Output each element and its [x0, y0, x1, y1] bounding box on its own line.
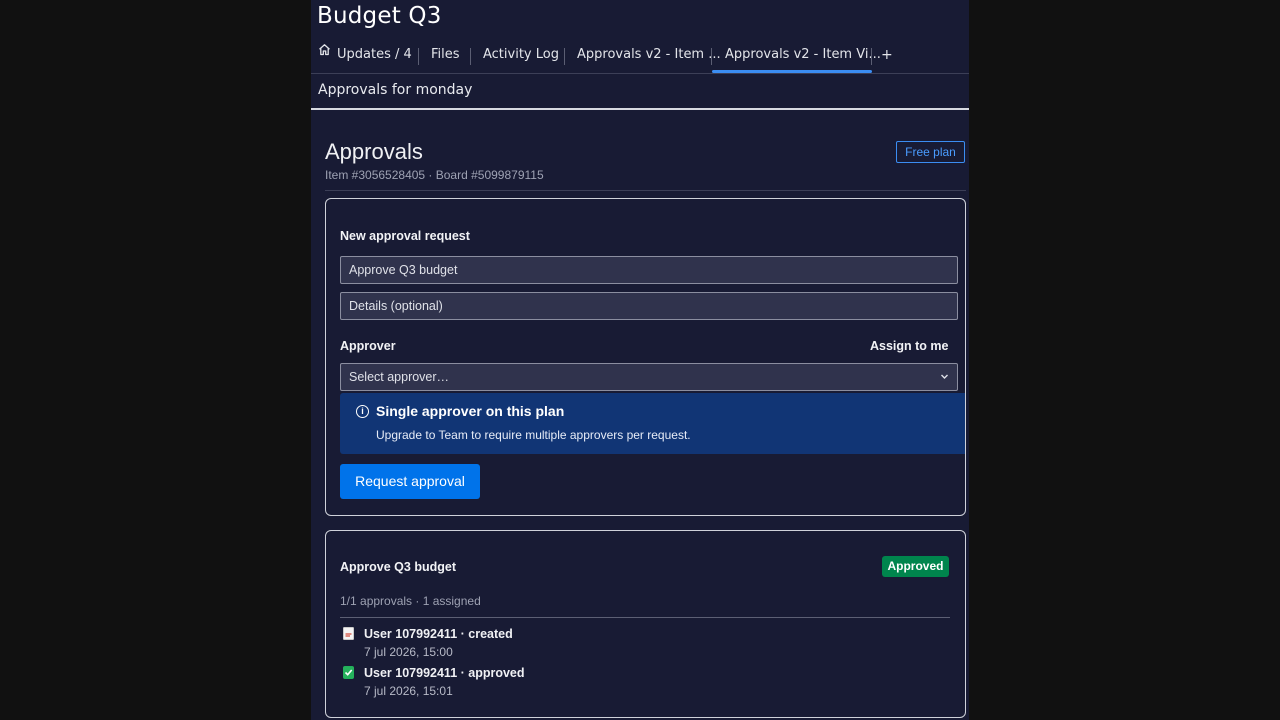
- activity-date: 7 jul 2026, 15:01: [364, 684, 453, 698]
- app-title: Approvals for monday: [318, 82, 473, 98]
- tab-separator: [871, 48, 872, 65]
- home-icon: [318, 38, 331, 68]
- tab-separator: [418, 48, 419, 65]
- tab-approvals-item-view[interactable]: Approvals v2 - Item Vi...: [725, 40, 881, 70]
- document-icon: [343, 627, 354, 640]
- assign-to-me-link[interactable]: Assign to me: [870, 339, 949, 353]
- tab-label: Updates / 4: [337, 47, 412, 62]
- activity-date: 7 jul 2026, 15:00: [364, 645, 453, 659]
- details-input[interactable]: Details (optional): [340, 292, 958, 320]
- banner-text: Upgrade to Team to require multiple appr…: [376, 428, 691, 442]
- info-icon: i: [356, 405, 369, 418]
- approver-label: Approver: [340, 339, 396, 353]
- new-approval-card: New approval request Approve Q3 budget D…: [325, 198, 966, 516]
- tab-separator: [470, 48, 471, 65]
- page-title: Approvals: [325, 139, 423, 164]
- approval-request-card: Approve Q3 budget Approved 1/1 approvals…: [325, 530, 966, 718]
- status-badge: Approved: [882, 556, 949, 577]
- tab-updates[interactable]: Updates / 4: [318, 40, 412, 70]
- request-approval-button[interactable]: Request approval: [340, 464, 480, 499]
- divider: [325, 190, 966, 191]
- add-view-button[interactable]: +: [881, 40, 893, 70]
- tab-separator: [711, 48, 712, 65]
- item-tabs: Updates / 4 Files Activity Log Approvals…: [311, 40, 969, 73]
- approver-select[interactable]: Select approver…: [340, 363, 958, 391]
- approver-select-value: Select approver…: [349, 370, 450, 384]
- title-input[interactable]: Approve Q3 budget: [340, 256, 958, 284]
- board-title: Budget Q3: [317, 3, 442, 29]
- divider: [340, 617, 950, 618]
- tab-activity-log[interactable]: Activity Log: [483, 40, 559, 70]
- check-box-icon: [343, 666, 354, 679]
- banner-title: Single approver on this plan: [376, 403, 565, 419]
- tab-approvals-item[interactable]: Approvals v2 - Item ...: [577, 40, 721, 70]
- section-title: New approval request: [340, 229, 470, 243]
- item-board-meta: Item #3056528405 · Board #5099879115: [325, 168, 544, 182]
- activity-text: User 107992411 · approved: [364, 666, 525, 680]
- tab-files[interactable]: Files: [431, 40, 460, 70]
- plan-badge[interactable]: Free plan: [896, 141, 965, 163]
- request-meta: 1/1 approvals · 1 assigned: [340, 594, 481, 608]
- item-view-panel: Budget Q3 Updates / 4 Files Activity Log…: [311, 0, 969, 720]
- divider: [311, 108, 969, 110]
- activity-text: User 107992411 · created: [364, 627, 513, 641]
- tab-separator: [564, 48, 565, 65]
- info-banner: i Single approver on this plan Upgrade t…: [340, 393, 965, 454]
- request-title: Approve Q3 budget: [340, 560, 456, 574]
- divider: [311, 73, 969, 74]
